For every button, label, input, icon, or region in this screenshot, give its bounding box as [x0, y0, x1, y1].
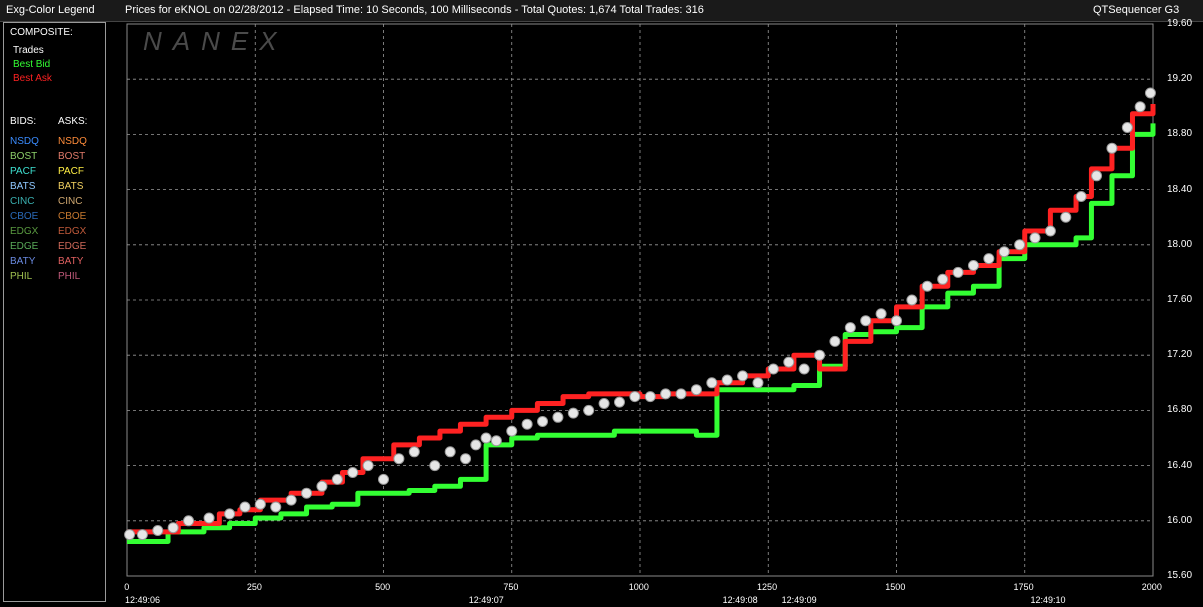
trade-point	[937, 273, 949, 285]
y-tick-label: 19.20	[1167, 73, 1193, 85]
trade-point	[921, 280, 933, 292]
y-tick-label: 17.60	[1167, 294, 1193, 305]
trade-point	[860, 315, 872, 327]
trade-point	[906, 294, 918, 306]
trade-point	[552, 411, 564, 423]
trade-point	[183, 515, 195, 527]
trade-point	[393, 453, 405, 465]
trade-point	[362, 460, 374, 472]
trade-point	[1029, 232, 1041, 244]
trade-point	[814, 349, 826, 361]
trade-point	[470, 439, 482, 451]
x-tick-label: 750	[503, 582, 519, 592]
trade-point	[583, 404, 595, 416]
trade-point	[136, 529, 148, 541]
x-tick-label: 2000	[1141, 582, 1162, 592]
y-tick-label: 16.80	[1167, 404, 1193, 416]
trade-point	[506, 425, 518, 437]
x-tick-label: 500	[375, 582, 391, 592]
x-tick-label: 0	[124, 582, 130, 592]
x-tick-label: 1000	[628, 582, 649, 592]
trade-point	[285, 494, 297, 506]
trade-point	[660, 388, 672, 400]
y-tick-label: 16.40	[1167, 459, 1193, 471]
trade-point	[690, 384, 702, 396]
trade-point	[737, 370, 749, 382]
trade-point	[875, 308, 887, 320]
trade-point	[429, 460, 441, 472]
time-label: 12:49:08	[722, 595, 758, 605]
trade-point	[721, 374, 733, 386]
trade-point	[706, 377, 718, 389]
trade-point	[767, 363, 779, 375]
x-tick-label: 1500	[885, 582, 906, 592]
trade-point	[629, 391, 641, 403]
trade-point	[998, 246, 1010, 258]
trade-point	[1091, 170, 1103, 182]
y-tick-label: 18.00	[1167, 238, 1193, 250]
x-tick-label: 1250	[757, 582, 778, 592]
trade-point	[408, 446, 420, 458]
trade-point	[152, 524, 164, 536]
trade-point	[1134, 101, 1146, 113]
trade-point	[783, 356, 795, 368]
y-tick-label: 18.40	[1167, 183, 1193, 195]
y-tick-label: 19.60	[1167, 18, 1193, 29]
trade-point	[301, 487, 313, 499]
trade-point	[1144, 87, 1156, 99]
x-tick-label: 250	[246, 582, 262, 592]
time-label: 12:49:06	[125, 595, 161, 605]
trade-point	[844, 322, 856, 334]
trade-point	[798, 363, 810, 375]
trade-point	[167, 522, 179, 534]
trade-point	[644, 391, 656, 403]
trade-point	[203, 512, 215, 524]
y-tick-label: 16.00	[1167, 514, 1193, 526]
trade-point	[1075, 191, 1087, 202]
y-tick-label: 15.60	[1167, 570, 1193, 581]
trade-point	[480, 432, 492, 444]
trade-point	[1044, 225, 1056, 237]
trade-point	[891, 315, 902, 327]
trade-point	[444, 446, 456, 458]
trade-point	[829, 335, 841, 347]
trade-point	[239, 501, 251, 513]
trade-point	[378, 473, 389, 485]
time-label: 12:49:09	[781, 595, 817, 605]
trade-point	[983, 253, 995, 265]
trade-point	[124, 529, 136, 541]
trade-point	[967, 260, 979, 271]
trade-point	[521, 418, 533, 430]
trade-point	[1060, 211, 1072, 223]
trade-point	[752, 377, 764, 389]
trade-point	[567, 407, 579, 419]
trade-point	[1106, 142, 1118, 154]
x-tick-label: 1750	[1013, 582, 1034, 592]
trade-point	[331, 473, 343, 485]
trade-point	[598, 398, 610, 409]
trade-point	[347, 467, 359, 478]
time-label: 12:49:10	[1030, 595, 1066, 605]
trade-point	[254, 498, 266, 510]
trade-point	[270, 501, 282, 513]
y-tick-label: 17.20	[1167, 349, 1193, 361]
trade-point	[1014, 239, 1026, 251]
trade-point	[460, 453, 472, 465]
trade-point	[675, 388, 687, 400]
trade-point	[537, 415, 549, 427]
trade-point	[316, 480, 328, 492]
price-chart: NANEX	[124, 23, 1156, 577]
trade-point	[952, 266, 964, 278]
trade-point	[613, 396, 625, 408]
trade-point	[490, 435, 502, 447]
nanex-watermark: NANEX	[143, 26, 288, 56]
trade-point	[1121, 122, 1133, 133]
trade-point	[224, 508, 236, 520]
time-label: 12:49:07	[468, 595, 504, 605]
y-tick-label: 18.80	[1167, 128, 1193, 140]
